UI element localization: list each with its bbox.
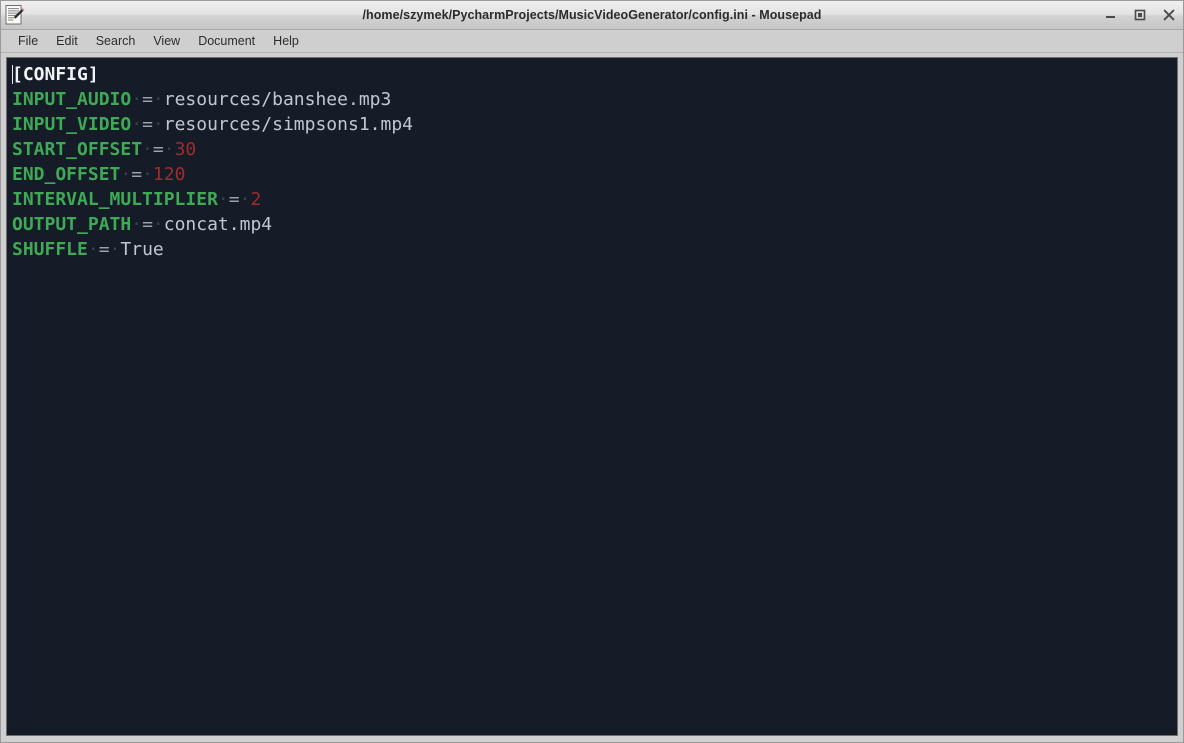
space-marker: · xyxy=(239,189,251,210)
config-key-token: OUTPUT_PATH xyxy=(12,214,132,235)
menu-item-help[interactable]: Help xyxy=(264,32,308,50)
code-line[interactable]: INPUT_VIDEO·=·resources/simpsons1.mp4 xyxy=(7,112,1177,137)
text-editor[interactable]: [CONFIG] INPUT_AUDIO·=·resources/banshee.… xyxy=(6,57,1178,736)
titlebar[interactable]: /home/szymek/PycharmProjects/MusicVideoG… xyxy=(1,1,1183,30)
config-value-token: concat.mp4 xyxy=(163,214,273,235)
maximize-icon xyxy=(1134,9,1146,21)
editor-container: [CONFIG] INPUT_AUDIO·=·resources/banshee.… xyxy=(1,53,1183,742)
config-key-token: INTERVAL_MULTIPLIER xyxy=(12,189,218,210)
space-marker: · xyxy=(163,139,175,160)
config-value-token: True xyxy=(120,239,164,260)
menu-item-file[interactable]: File xyxy=(9,32,47,50)
minimize-icon xyxy=(1106,16,1115,18)
space-marker: · xyxy=(152,114,164,135)
code-line[interactable]: [CONFIG] xyxy=(7,62,1177,87)
space-marker: · xyxy=(142,164,153,185)
config-value-token: 2 xyxy=(250,189,262,210)
space-marker: · xyxy=(131,114,143,135)
space-marker: · xyxy=(87,239,99,260)
section-header-token: [CONFIG] xyxy=(12,64,99,85)
assignment-operator-token: = xyxy=(228,189,240,210)
code-line[interactable]: OUTPUT_PATH·=·concat.mp4 xyxy=(7,212,1177,237)
assignment-operator-token: = xyxy=(142,114,153,135)
config-value-token: resources/simpsons1.mp4 xyxy=(163,114,413,135)
config-key-token: SHUFFLE xyxy=(12,239,88,260)
code-line[interactable]: START_OFFSET·=·30 xyxy=(7,137,1177,162)
close-icon xyxy=(1163,9,1175,21)
window-controls xyxy=(1103,7,1177,23)
menubar: File Edit Search View Document Help xyxy=(1,30,1183,53)
mousepad-app-icon xyxy=(5,5,25,25)
space-marker: · xyxy=(120,164,132,185)
config-key-token: INPUT_AUDIO xyxy=(12,89,132,110)
menu-item-search[interactable]: Search xyxy=(87,32,145,50)
space-marker: · xyxy=(152,89,164,110)
code-line[interactable]: SHUFFLE·=·True xyxy=(7,237,1177,262)
code-content[interactable]: [CONFIG] INPUT_AUDIO·=·resources/banshee.… xyxy=(7,58,1177,262)
assignment-operator-token: = xyxy=(142,214,153,235)
assignment-operator-token: = xyxy=(152,139,164,160)
minimize-button[interactable] xyxy=(1103,7,1119,23)
space-marker: · xyxy=(152,214,164,235)
menu-item-view[interactable]: View xyxy=(144,32,189,50)
menu-item-edit[interactable]: Edit xyxy=(47,32,87,50)
assignment-operator-token: = xyxy=(98,239,110,260)
config-key-token: END_OFFSET xyxy=(12,164,121,185)
config-value-token: 30 xyxy=(174,139,197,160)
space-marker: · xyxy=(131,89,143,110)
config-value-token: resources/banshee.mp3 xyxy=(163,89,392,110)
mousepad-window: /home/szymek/PycharmProjects/MusicVideoG… xyxy=(0,0,1184,743)
assignment-operator-token: = xyxy=(142,89,153,110)
code-line[interactable]: INTERVAL_MULTIPLIER·=·2 xyxy=(7,187,1177,212)
config-key-token: INPUT_VIDEO xyxy=(12,114,132,135)
space-marker: · xyxy=(142,139,153,160)
maximize-button[interactable] xyxy=(1132,7,1148,23)
space-marker: · xyxy=(131,214,143,235)
space-marker: · xyxy=(217,189,229,210)
config-key-token: START_OFFSET xyxy=(12,139,143,160)
config-value-token: 120 xyxy=(152,164,186,185)
close-button[interactable] xyxy=(1161,7,1177,23)
space-marker: · xyxy=(109,239,121,260)
window-title: /home/szymek/PycharmProjects/MusicVideoG… xyxy=(362,8,822,22)
code-line[interactable]: END_OFFSET·=·120 xyxy=(7,162,1177,187)
code-line[interactable]: INPUT_AUDIO·=·resources/banshee.mp3 xyxy=(7,87,1177,112)
assignment-operator-token: = xyxy=(131,164,143,185)
menu-item-document[interactable]: Document xyxy=(189,32,264,50)
